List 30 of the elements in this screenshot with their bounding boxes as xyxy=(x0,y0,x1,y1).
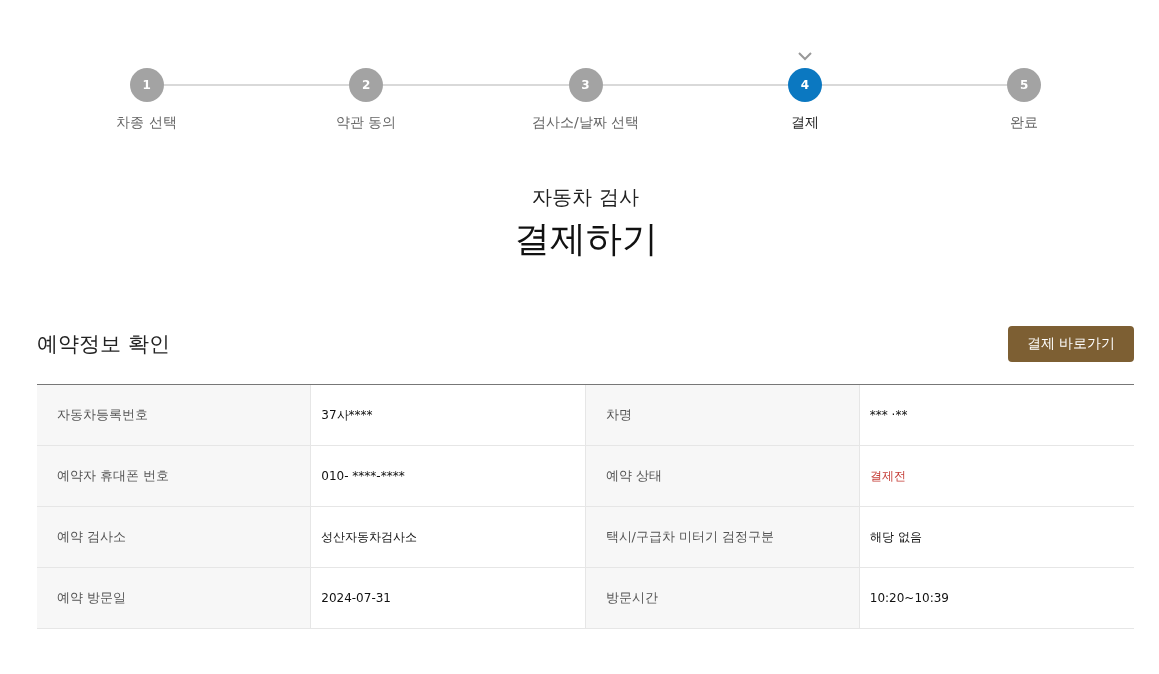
table-value: 10:20~10:39 xyxy=(859,568,1134,629)
table-value: *** ·** xyxy=(859,385,1134,446)
table-label: 자동차등록번호 xyxy=(37,385,312,446)
table-label: 예약 상태 xyxy=(585,446,860,507)
step-label: 차종 선택 xyxy=(116,114,177,132)
step-number: 3 xyxy=(568,68,603,102)
table-value: 해당 없음 xyxy=(859,507,1134,568)
table-label: 차명 xyxy=(585,385,860,446)
table-label: 예약 검사소 xyxy=(37,507,312,568)
step-number: 2 xyxy=(349,68,384,102)
table-label: 예약 방문일 xyxy=(37,568,312,629)
table-value: 2024-07-31 xyxy=(311,568,586,629)
table-label: 택시/구급차 미터기 검정구분 xyxy=(585,507,860,568)
payment-button[interactable]: 결제 바로가기 xyxy=(1007,326,1134,362)
step-label: 검사소/날짜 선택 xyxy=(531,114,640,132)
step-label: 완료 xyxy=(1010,114,1039,132)
table-value: 결제전 xyxy=(859,446,1134,507)
table-label: 예약자 휴대폰 번호 xyxy=(37,446,312,507)
step-number: 4 xyxy=(787,68,822,102)
page-subtitle: 자동차 검사 xyxy=(532,184,639,211)
page-title: 결제하기 xyxy=(513,217,658,261)
table-value: 010- ****-**** xyxy=(311,446,586,507)
step-label: 약관 동의 xyxy=(335,114,397,132)
step-label: 결제 xyxy=(790,114,819,132)
step-number: 1 xyxy=(129,68,164,102)
section-title: 예약정보 확인 xyxy=(37,331,170,358)
table-value: 성산자동차검사소 xyxy=(311,507,586,568)
table-label: 방문시간 xyxy=(585,568,860,629)
table-value: 37사**** xyxy=(311,385,586,446)
step-number: 5 xyxy=(1007,68,1042,102)
